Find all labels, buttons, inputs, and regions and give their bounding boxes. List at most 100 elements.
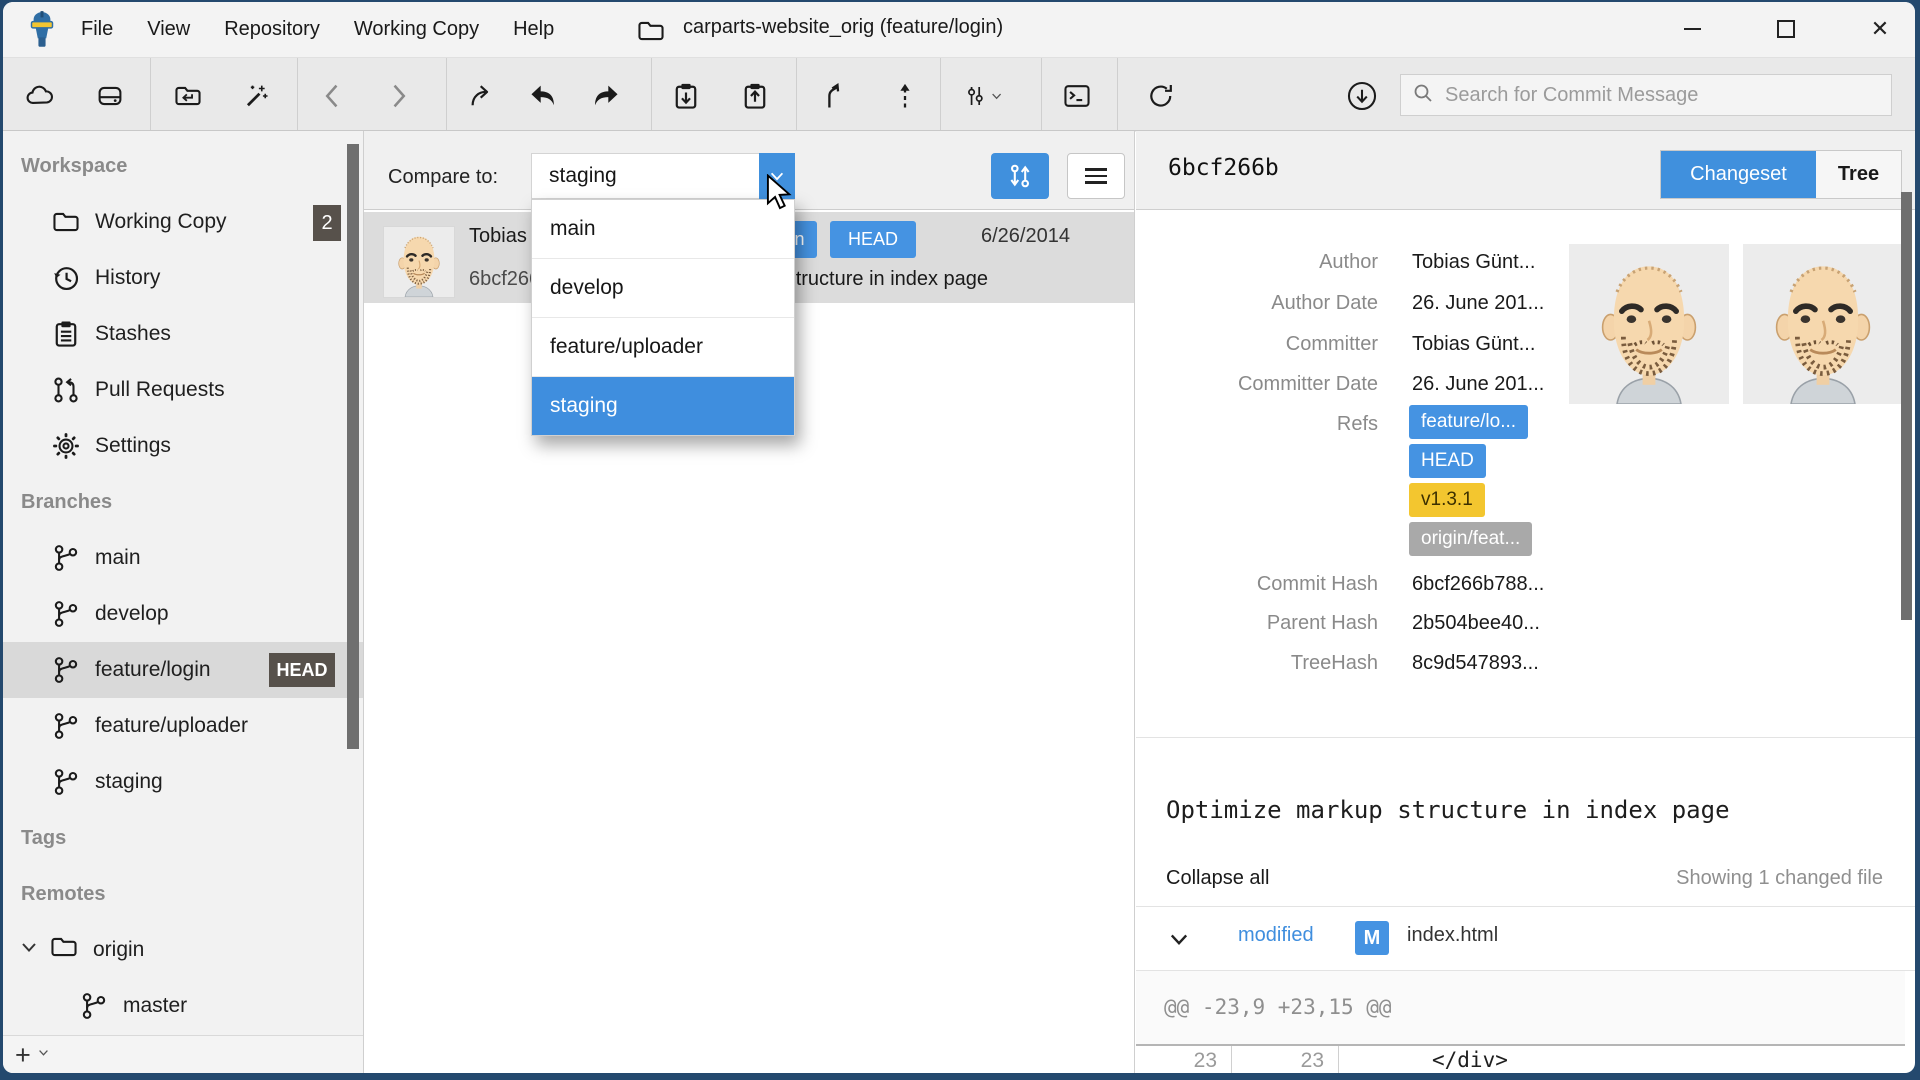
- sidebar-item-branch-staging[interactable]: staging: [3, 754, 363, 810]
- list-options-button[interactable]: [1067, 153, 1125, 199]
- close-button[interactable]: ✕: [1863, 12, 1897, 46]
- toolbar-separator: [796, 58, 797, 132]
- menu-repository[interactable]: Repository: [222, 14, 322, 45]
- field-value: 2b504bee40...: [1412, 609, 1540, 637]
- file-row[interactable]: modified M index.html: [1136, 907, 1905, 970]
- sidebar-item-label: staging: [95, 770, 163, 794]
- dropdown-option-develop[interactable]: develop: [532, 259, 794, 318]
- sidebar-item-label: History: [95, 266, 160, 290]
- field-label: Commit Hash: [1136, 570, 1378, 598]
- search-input[interactable]: [1443, 83, 1867, 108]
- history-clock-icon: [51, 263, 81, 293]
- window-title: carparts-website_orig (feature/login): [683, 16, 1003, 39]
- mouse-cursor: [766, 174, 792, 217]
- ref-badge-tag: v1.3.1: [1409, 483, 1485, 517]
- compare-branch-select[interactable]: staging: [531, 153, 795, 199]
- open-repo-icon[interactable]: [168, 77, 208, 115]
- sidebar-item-remote-master[interactable]: master: [3, 978, 363, 1034]
- collapse-all-button[interactable]: Collapse all: [1166, 867, 1269, 890]
- stash-apply-icon[interactable]: [735, 77, 775, 115]
- forward-icon[interactable]: [378, 77, 418, 115]
- toolbar-separator: [297, 58, 298, 132]
- toolbar-separator: [1117, 58, 1118, 132]
- commit-avatar: [383, 226, 455, 298]
- sidebar-item-label: Settings: [95, 434, 171, 458]
- fetch-dashed-arrow-icon[interactable]: [885, 77, 925, 115]
- menu-help[interactable]: Help: [511, 14, 556, 45]
- redo-icon[interactable]: [586, 77, 626, 115]
- sidebar-item-label: Stashes: [95, 322, 171, 346]
- app-window: File View Repository Working Copy Help c…: [3, 2, 1915, 1073]
- tab-changeset[interactable]: Changeset: [1661, 151, 1816, 198]
- menu-view[interactable]: View: [145, 14, 192, 45]
- maximize-button[interactable]: [1769, 12, 1803, 46]
- refresh-icon[interactable]: [1141, 77, 1181, 115]
- field-value: 6bcf266b788...: [1412, 570, 1544, 598]
- field-value: 8c9d547893...: [1412, 649, 1539, 677]
- chevron-down-icon[interactable]: [1167, 927, 1191, 956]
- diff-old-line-number: 23: [1136, 1046, 1232, 1073]
- sidebar-item-stashes[interactable]: Stashes: [3, 306, 363, 362]
- cloud-icon[interactable]: [20, 77, 60, 115]
- sidebar-item-label: master: [123, 994, 187, 1018]
- repo-folder-icon: [636, 16, 666, 51]
- minimize-button[interactable]: [1675, 12, 1709, 46]
- toolbar-separator: [150, 58, 151, 132]
- dropdown-option-feature-uploader[interactable]: feature/uploader: [532, 318, 794, 377]
- sidebar-item-remote-origin[interactable]: origin: [3, 922, 363, 978]
- sidebar-item-working-copy[interactable]: Working Copy 2: [3, 194, 363, 250]
- hunk-header-text: @@ -23,9 +23,15 @@: [1164, 995, 1392, 1019]
- stash-save-icon[interactable]: [666, 77, 706, 115]
- commit-message-full: Optimize markup structure in index page: [1166, 796, 1730, 824]
- menu-file[interactable]: File: [79, 14, 115, 45]
- file-name: index.html: [1407, 924, 1498, 947]
- menu-working-copy[interactable]: Working Copy: [352, 14, 481, 45]
- sidebar-item-branch-main[interactable]: main: [3, 530, 363, 586]
- compare-to-label: Compare to:: [388, 166, 498, 189]
- compare-branches-button[interactable]: [991, 153, 1049, 199]
- drive-icon[interactable]: [90, 77, 130, 115]
- back-icon[interactable]: [313, 77, 353, 115]
- sidebar-scrollbar-thumb[interactable]: [347, 144, 359, 749]
- sidebar-section-remotes: Remotes: [21, 866, 105, 922]
- field-value: Tobias Günt...: [1412, 330, 1535, 358]
- hunk-header-row: @@ -23,9 +23,15 @@: [1136, 971, 1905, 1044]
- branch-icon[interactable]: [814, 77, 854, 115]
- commit-search-box[interactable]: [1400, 74, 1892, 116]
- sidebar-item-branch-develop[interactable]: develop: [3, 586, 363, 642]
- terminal-icon[interactable]: [1057, 77, 1097, 115]
- field-label: Parent Hash: [1136, 609, 1378, 637]
- quick-action-wand-icon[interactable]: [236, 77, 276, 115]
- chevron-down-icon[interactable]: [37, 1046, 50, 1064]
- sidebar-item-settings[interactable]: Settings: [3, 418, 363, 474]
- tab-tree[interactable]: Tree: [1816, 151, 1901, 198]
- ref-badge-remote: origin/feat...: [1409, 522, 1532, 556]
- git-branch-icon: [79, 991, 109, 1021]
- sidebar-item-branch-feature-uploader[interactable]: feature/uploader: [3, 698, 363, 754]
- changed-files-count: Showing 1 changed file: [1523, 867, 1883, 890]
- dropdown-option-main[interactable]: main: [532, 200, 794, 259]
- undo-icon[interactable]: [523, 77, 563, 115]
- commit-date: 6/26/2014: [981, 225, 1070, 248]
- app-logo-icon: [23, 9, 61, 56]
- share-arrow-icon[interactable]: [463, 77, 503, 115]
- scroll-to-latest-icon[interactable]: [1342, 77, 1382, 115]
- chevron-down-icon[interactable]: [19, 937, 39, 963]
- filter-sliders-icon[interactable]: [963, 77, 1003, 115]
- toolbar-separator: [446, 58, 447, 132]
- ref-badge-head: HEAD: [1409, 444, 1486, 478]
- sidebar-item-pull-requests[interactable]: Pull Requests: [3, 362, 363, 418]
- field-label: Author Date: [1136, 289, 1378, 317]
- field-label: Committer Date: [1136, 370, 1378, 398]
- field-label: Author: [1136, 248, 1378, 276]
- dropdown-option-staging[interactable]: staging: [532, 377, 794, 435]
- stash-clipboard-icon: [51, 319, 81, 349]
- toolbar-separator: [940, 58, 941, 132]
- sidebar-item-history[interactable]: History: [3, 250, 363, 306]
- details-scrollbar-thumb[interactable]: [1901, 192, 1912, 620]
- file-status-badge: M: [1355, 921, 1389, 955]
- git-branch-icon: [51, 767, 81, 797]
- field-value: Tobias Günt...: [1412, 248, 1535, 276]
- add-repo-button[interactable]: +: [15, 1042, 31, 1069]
- sidebar-item-branch-feature-login[interactable]: feature/login HEAD: [3, 642, 363, 698]
